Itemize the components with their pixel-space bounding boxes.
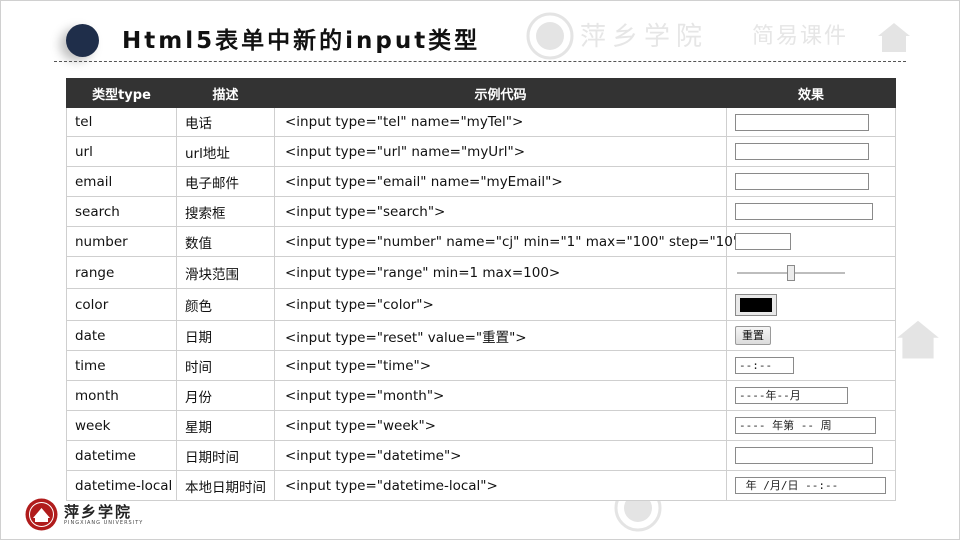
input-types-table: 类型type 描述 示例代码 效果 tel 电话 <input type="te… [66, 78, 896, 501]
email-input[interactable] [735, 173, 869, 190]
cell-effect [726, 166, 896, 197]
watermark-house-icon-2 [897, 320, 939, 359]
cell-code: <input type="range" min=1 max=100> [274, 256, 727, 289]
table-row: datetime-local 本地日期时间 <input type="datet… [66, 470, 896, 501]
cell-code: <input type="datetime"> [274, 440, 727, 471]
header-effect: 效果 [726, 78, 896, 108]
footer-university-name: 萍乡学院 [64, 503, 133, 521]
table-row: week 星期 <input type="week"> ---- 年第 -- 周 [66, 410, 896, 441]
title-bullet [66, 24, 99, 57]
cell-type: search [66, 196, 177, 227]
cell-code: <input type="time"> [274, 350, 727, 381]
table-row: number 数值 <input type="number" name="cj"… [66, 226, 896, 257]
cell-effect [726, 107, 896, 137]
cell-code: <input type="reset" value="重置"> [274, 320, 727, 351]
datetime-input[interactable] [735, 447, 873, 464]
cell-effect [726, 196, 896, 227]
month-input[interactable]: ----年--月 [735, 387, 848, 404]
range-thumb[interactable] [787, 264, 795, 281]
search-input[interactable] [735, 203, 873, 220]
cell-type: date [66, 320, 177, 351]
cell-type: url [66, 136, 177, 167]
header-desc: 描述 [176, 78, 275, 108]
header-type: 类型type [66, 78, 177, 108]
cell-type: time [66, 350, 177, 381]
cell-effect: --:-- [726, 350, 896, 381]
cell-type: month [66, 380, 177, 411]
cell-desc: 时间 [176, 350, 275, 381]
table-row: url url地址 <input type="url" name="myUrl"… [66, 136, 896, 167]
cell-type: week [66, 410, 177, 441]
cell-code: <input type="email" name="myEmail"> [274, 166, 727, 197]
time-input[interactable]: --:-- [735, 357, 794, 374]
cell-effect [726, 288, 896, 321]
cell-code: <input type="month"> [274, 380, 727, 411]
table-row: search 搜索框 <input type="search"> [66, 196, 896, 227]
cell-code: <input type="week"> [274, 410, 727, 441]
cell-code: <input type="number" name="cj" min="1" m… [274, 226, 750, 257]
table-row: month 月份 <input type="month"> ----年--月 [66, 380, 896, 411]
cell-desc: 颜色 [176, 288, 275, 321]
color-swatch [740, 297, 772, 312]
cell-desc: url地址 [176, 136, 275, 167]
cell-desc: 数值 [176, 226, 275, 257]
cell-effect [726, 136, 896, 167]
cell-effect: 年 /月/日 --:-- [726, 470, 896, 501]
cell-type: datetime [66, 440, 177, 471]
cell-desc: 本地日期时间 [176, 470, 275, 501]
cell-effect: 重置 [726, 320, 896, 351]
slide-title: Html5表单中新的input类型 [122, 28, 481, 54]
title-divider [54, 61, 906, 62]
cell-code: <input type="datetime-local"> [274, 470, 727, 501]
cell-desc: 月份 [176, 380, 275, 411]
watermark-label: 简易课件 [752, 24, 849, 49]
tel-input[interactable] [735, 113, 869, 131]
table-row: range 滑块范围 <input type="range" min=1 max… [66, 256, 896, 289]
cell-effect [726, 226, 896, 257]
cell-effect: ----年--月 [726, 380, 896, 411]
cell-desc: 电子邮件 [176, 166, 275, 197]
week-input[interactable]: ---- 年第 -- 周 [735, 417, 876, 434]
cell-desc: 日期 [176, 320, 275, 351]
table-row: tel 电话 <input type="tel" name="myTel"> [66, 107, 896, 137]
cell-type: email [66, 166, 177, 197]
cell-code: <input type="url" name="myUrl"> [274, 136, 727, 167]
cell-desc: 搜索框 [176, 196, 275, 227]
table-row: datetime 日期时间 <input type="datetime"> [66, 440, 896, 471]
cell-type: color [66, 288, 177, 321]
url-input[interactable] [735, 143, 869, 160]
table-header-row: 类型type 描述 示例代码 效果 [66, 78, 896, 108]
range-slider[interactable] [735, 264, 847, 281]
cell-effect [726, 440, 896, 471]
table-row: date 日期 <input type="reset" value="重置"> … [66, 320, 896, 351]
watermark-seal-icon [526, 12, 574, 60]
watermark-house-icon [878, 23, 910, 52]
cell-type: range [66, 256, 177, 289]
cell-desc: 电话 [176, 107, 275, 137]
cell-code: <input type="tel" name="myTel"> [274, 107, 727, 137]
watermark-name: 萍乡学院 [580, 22, 709, 52]
header-code: 示例代码 [274, 78, 727, 108]
reset-button[interactable]: 重置 [735, 326, 771, 345]
cell-desc: 滑块范围 [176, 256, 275, 289]
table-row: color 颜色 <input type="color"> [66, 288, 896, 321]
cell-type: tel [66, 107, 177, 137]
cell-effect [726, 256, 896, 289]
cell-code: <input type="search"> [274, 196, 727, 227]
color-picker-button[interactable] [735, 293, 777, 316]
datetime-local-input[interactable]: 年 /月/日 --:-- [735, 477, 886, 494]
footer-university-subtitle: PINGXIANG UNIVERSITY [64, 520, 144, 526]
number-input[interactable] [735, 233, 791, 250]
cell-type: datetime-local [66, 470, 177, 501]
cell-desc: 日期时间 [176, 440, 275, 471]
table-row: email 电子邮件 <input type="email" name="myE… [66, 166, 896, 197]
cell-desc: 星期 [176, 410, 275, 441]
table-row: time 时间 <input type="time"> --:-- [66, 350, 896, 381]
cell-type: number [66, 226, 177, 257]
cell-effect: ---- 年第 -- 周 [726, 410, 896, 441]
cell-code: <input type="color"> [274, 288, 727, 321]
university-seal-icon [25, 498, 58, 531]
